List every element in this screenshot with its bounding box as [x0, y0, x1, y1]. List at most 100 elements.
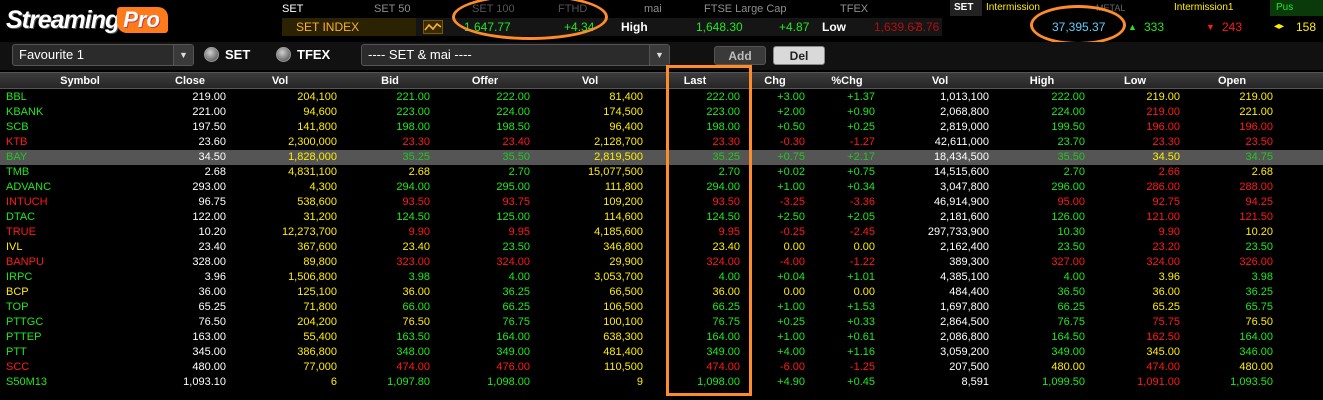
cell-vol3: 484,400 — [949, 286, 989, 298]
cell-chg: +2.00 — [777, 106, 805, 118]
cell-open: 36.25 — [1245, 286, 1273, 298]
cell-vol: 4,300 — [309, 181, 337, 193]
cell-last: 324.00 — [706, 256, 740, 268]
col-low[interactable]: Low — [1105, 73, 1165, 89]
cell-vol: 12,273,700 — [281, 226, 337, 238]
chevron-down-icon[interactable]: ▼ — [649, 45, 669, 65]
table-row[interactable]: KTB 23.60 2,300,000 23.30 23.40 2,128,700 23.3… — [0, 135, 1323, 150]
index-low-change: -3.76 — [912, 20, 940, 34]
index-summary-row[interactable]: SET INDEX 1,647.77 +4.34 High 1,648.30 +… — [282, 18, 942, 36]
tab-mai[interactable]: mai — [644, 1, 704, 17]
cell-pchg: -3.36 — [849, 196, 875, 208]
cell-chg: +1.00 — [777, 301, 805, 313]
col-vol-3[interactable]: Vol — [910, 73, 970, 89]
cell-low: 474.00 — [1146, 361, 1180, 373]
table-row[interactable]: TRUE 10.20 12,273,700 9.90 9.95 4,185,600 9.95… — [0, 225, 1323, 240]
cell-vol2: 109,200 — [603, 196, 643, 208]
chart-icon[interactable] — [423, 20, 443, 34]
cell-open: 480.00 — [1239, 361, 1273, 373]
cell-chg: -0.25 — [779, 226, 805, 238]
col-last[interactable]: Last — [670, 73, 720, 89]
cell-close: 293.00 — [192, 181, 226, 193]
cell-bid: 124.50 — [396, 211, 430, 223]
cell-offer: 222.00 — [496, 91, 530, 103]
table-row[interactable]: PTTEP 163.00 55,400 163.50 164.00 638,300 164.… — [0, 330, 1323, 345]
cell-high: 199.50 — [1051, 121, 1085, 133]
add-button[interactable]: Add — [714, 46, 766, 65]
cell-vol3: 297,733,900 — [927, 226, 989, 238]
cell-vol2: 9 — [636, 376, 643, 388]
table-row[interactable]: TMB 2.68 4,831,100 2.68 2.70 15,077,500 2.70 +0… — [0, 165, 1323, 180]
cell-open: 76.50 — [1245, 316, 1273, 328]
col-pchg[interactable]: %Chg — [822, 73, 872, 89]
cell-offer: 1,098.00 — [487, 376, 530, 388]
table-row[interactable]: BBL 219.00 204,100 221.00 222.00 81,400 222.00… — [0, 90, 1323, 105]
push-indicator[interactable]: Pus — [1270, 0, 1323, 16]
table-row[interactable]: TOP 65.25 71,800 66.00 66.25 106,500 66.25 +1.0… — [0, 300, 1323, 315]
status-set-label: SET — [950, 0, 982, 16]
index-name: SET INDEX — [282, 18, 416, 36]
tab-set50[interactable]: SET 50 — [374, 1, 472, 17]
table-row[interactable]: SCC 480.00 77,000 474.00 476.00 110,500 474.00… — [0, 360, 1323, 375]
col-symbol[interactable]: Symbol — [0, 73, 160, 89]
table-row[interactable]: BCP 36.00 125,100 36.00 36.25 66,500 36.00 0.00… — [0, 285, 1323, 300]
cell-vol: 71,800 — [303, 301, 337, 313]
tab-tfex[interactable]: TFEX — [840, 1, 880, 17]
index-value: 1,647.77 — [464, 20, 511, 34]
cell-low: 23.30 — [1152, 136, 1180, 148]
col-high[interactable]: High — [1012, 73, 1072, 89]
market-filter-select[interactable]: ---- SET & mai ---- ▼ — [361, 44, 670, 66]
tab-ftse-large-cap[interactable]: FTSE Large Cap — [704, 1, 840, 17]
col-offer[interactable]: Offer — [455, 73, 515, 89]
table-row[interactable]: KBANK 221.00 94,600 223.00 224.00 174,500 223.… — [0, 105, 1323, 120]
cell-vol: 538,600 — [297, 196, 337, 208]
tab-fthd[interactable]: FTHD — [558, 1, 644, 17]
cell-bid: 223.00 — [396, 106, 430, 118]
cell-pchg: +0.45 — [847, 376, 875, 388]
table-row[interactable]: PTT 345.00 386,800 348.00 349.00 481,400 349.0… — [0, 345, 1323, 360]
cell-offer: 23.40 — [502, 136, 530, 148]
decline-count: 243 — [1222, 20, 1243, 34]
table-row[interactable]: ADVANC 293.00 4,300 294.00 295.00 111,800 294.… — [0, 180, 1323, 195]
table-row[interactable]: INTUCH 96.75 538,600 93.50 93.75 109,200 93.50… — [0, 195, 1323, 210]
col-vol[interactable]: Vol — [250, 73, 310, 89]
cell-low: 2.66 — [1158, 166, 1180, 178]
cell-vol2: 81,400 — [609, 91, 643, 103]
table-row[interactable]: SCB 197.50 141,800 198.00 198.50 96,400 198.00… — [0, 120, 1323, 135]
cell-low: 23.20 — [1152, 241, 1180, 253]
cell-last: 23.30 — [712, 136, 740, 148]
col-vol-2[interactable]: Vol — [560, 73, 620, 89]
favourite-select[interactable]: Favourite 1 ▼ — [12, 44, 194, 66]
table-row[interactable]: BAY 34.50 1,828,000 35.25 35.50 2,819,500 35.2… — [0, 150, 1323, 165]
market-tabs: SET SET 50 SET 100 FTHD mai FTSE Large C… — [282, 1, 880, 17]
col-open[interactable]: Open — [1202, 73, 1262, 89]
col-close[interactable]: Close — [160, 73, 220, 89]
table-row[interactable]: DTAC 122.00 31,200 124.50 125.00 114,600 124.5… — [0, 210, 1323, 225]
table-row[interactable]: IRPC 3.96 1,506,800 3.98 4.00 3,053,700 4.00 +0… — [0, 270, 1323, 285]
table-row[interactable]: PTTGC 76.50 204,200 76.50 76.75 100,100 76.75 +… — [0, 315, 1323, 330]
cell-vol3: 1,013,100 — [940, 91, 989, 103]
cell-vol2: 2,128,700 — [594, 136, 643, 148]
triangle-up-icon: ▲ — [1128, 22, 1137, 32]
table-row[interactable]: IVL 23.40 367,600 23.40 23.50 346,800 23.40 0.0… — [0, 240, 1323, 255]
cell-symbol: KTB — [6, 136, 28, 148]
tab-set100[interactable]: SET 100 — [472, 1, 558, 17]
cell-high: 2.70 — [1063, 166, 1085, 178]
cell-offer: 4.00 — [508, 271, 530, 283]
col-bid[interactable]: Bid — [360, 73, 420, 89]
delete-button[interactable]: Del — [773, 46, 825, 65]
radio-set[interactable] — [204, 47, 219, 62]
cell-close: 197.50 — [192, 121, 226, 133]
table-row[interactable]: S50M13 1,093.10 6 1,097.80 1,098.00 9 1,098.00… — [0, 375, 1323, 390]
cell-pchg: +1.53 — [847, 301, 875, 313]
cell-bid: 66.00 — [402, 301, 430, 313]
table-row[interactable]: BANPU 328.00 89,800 323.00 324.00 29,900 324.0… — [0, 255, 1323, 270]
cell-symbol: PTT — [6, 346, 27, 358]
cell-symbol: PTTEP — [6, 331, 42, 343]
tab-set[interactable]: SET — [282, 1, 374, 17]
cell-offer: 36.25 — [502, 286, 530, 298]
col-chg[interactable]: Chg — [752, 73, 798, 89]
radio-tfex[interactable] — [276, 47, 291, 62]
cell-open: 3.98 — [1251, 271, 1273, 283]
chevron-down-icon[interactable]: ▼ — [173, 45, 193, 65]
